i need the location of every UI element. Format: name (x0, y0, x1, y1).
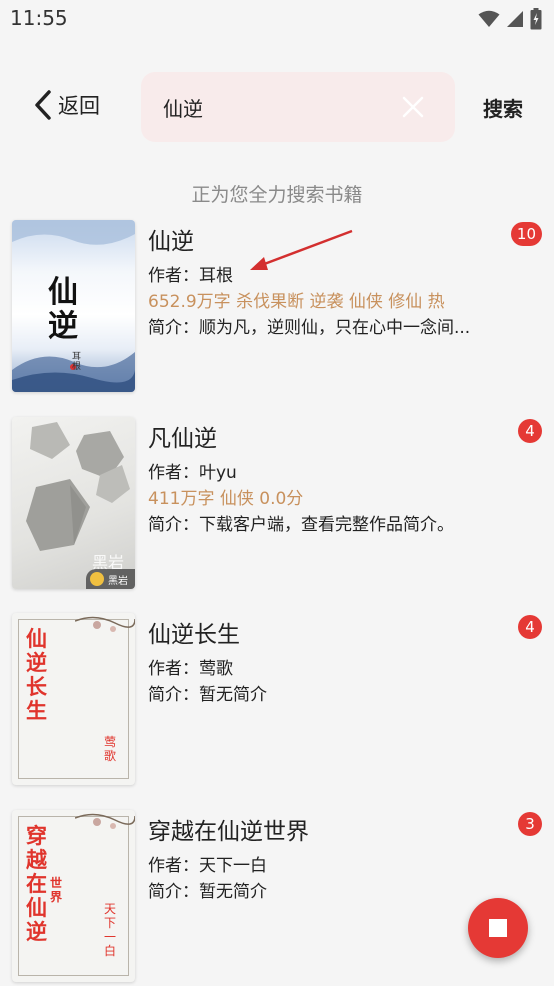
book-cover: 仙逆 耳根 (12, 220, 135, 392)
searching-status: 正为您全力搜索书籍 (191, 184, 363, 206)
brand-logo-icon (90, 572, 104, 586)
chapter-badge: 4 (518, 615, 542, 639)
back-button[interactable]: 返回 (34, 90, 100, 120)
book-intro: 简介：暂无简介 (148, 882, 267, 902)
book-title: 仙逆 (148, 229, 194, 255)
book-intro: 简介：顺为凡，逆则仙，只在心中一念间... (148, 318, 471, 338)
book-item[interactable]: 穿 越 在 仙 逆 世 界 天 下 一 白 穿越在仙逆世界 作者：天下一白 简介… (0, 810, 554, 986)
cover-author: 耳根 (72, 352, 82, 372)
book-cover: 黑岩 黑岩 (12, 417, 135, 589)
cover-subtitle: 世 界 (50, 876, 63, 904)
cover-author: 莺 歌 (104, 735, 117, 763)
book-intro: 简介：暂无简介 (148, 685, 267, 705)
cover-ornament (75, 616, 135, 632)
stop-search-button[interactable] (468, 898, 528, 958)
cover-brand-label: 黑岩 (108, 576, 128, 587)
clear-icon[interactable] (401, 95, 425, 119)
book-tags: 411万字 仙侠 0.0分 (148, 489, 304, 509)
status-icons (478, 8, 542, 30)
cover-author: 天 下 一 白 (104, 902, 117, 958)
search-input[interactable] (163, 72, 403, 142)
annotation-arrow (250, 229, 353, 270)
book-author: 作者：天下一白 (148, 856, 267, 876)
book-item[interactable]: 仙 逆 长 生 莺 歌 仙逆长生 作者：莺歌 简介：暂无简介 4 (0, 613, 554, 789)
book-title: 穿越在仙逆世界 (148, 819, 309, 845)
book-intro: 简介：下载客户端，查看完整作品简介。 (148, 515, 454, 535)
book-cover: 仙 逆 长 生 莺 歌 (12, 613, 135, 785)
chapter-badge: 10 (510, 222, 542, 246)
book-author: 作者：莺歌 (148, 659, 233, 679)
status-time: 11:55 (10, 6, 68, 30)
stop-icon (489, 919, 507, 937)
book-item[interactable]: 仙逆 耳根 仙逆 作者：耳根 652.9万字 杀伐果断 逆袭 仙侠 修仙 热 简… (0, 220, 554, 396)
status-bar: 11:55 (0, 0, 554, 40)
cover-ornament (75, 813, 135, 829)
cover-title: 穿 越 在 仙 逆 (26, 823, 47, 944)
book-author: 作者：叶yu (148, 463, 237, 483)
chapter-badge: 3 (518, 812, 542, 836)
back-label: 返回 (58, 94, 100, 118)
book-title: 凡仙逆 (148, 426, 217, 452)
book-tags: 652.9万字 杀伐果断 逆袭 仙侠 修仙 热 (148, 292, 445, 312)
battery-icon (530, 8, 542, 30)
signal-icon (507, 11, 523, 27)
book-item[interactable]: 黑岩 黑岩 凡仙逆 作者：叶yu 411万字 仙侠 0.0分 简介：下载客户端，… (0, 417, 554, 593)
book-cover: 穿 越 在 仙 逆 世 界 天 下 一 白 (12, 810, 135, 982)
search-toolbar: 返回 搜索 (0, 66, 554, 146)
search-button[interactable]: 搜索 (483, 93, 523, 122)
book-author: 作者：耳根 (148, 266, 233, 286)
cover-brand-bar: 黑岩 (86, 569, 135, 589)
back-arrow-icon (35, 90, 51, 120)
book-title: 仙逆长生 (148, 622, 240, 648)
wifi-icon (478, 10, 500, 27)
cover-title: 仙逆 (48, 275, 78, 344)
search-box (141, 72, 455, 142)
cover-title: 仙 逆 长 生 (26, 626, 47, 723)
chapter-badge: 4 (518, 419, 542, 443)
